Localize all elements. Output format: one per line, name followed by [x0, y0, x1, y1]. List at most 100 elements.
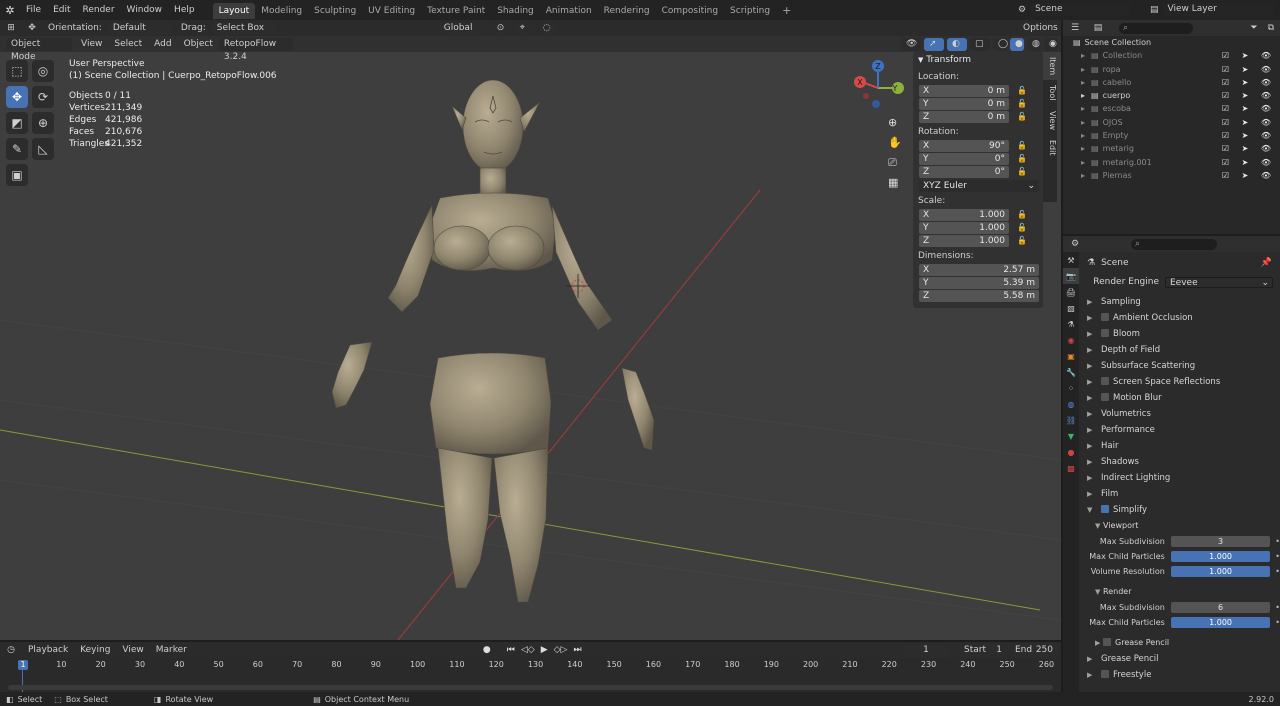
- transform-tool-icon[interactable]: ⊕: [32, 112, 54, 134]
- snap-icon[interactable]: ⌖: [514, 21, 535, 35]
- solid-shading-icon[interactable]: ●: [1010, 37, 1024, 51]
- simplify-checkbox[interactable]: [1101, 505, 1109, 513]
- visibility-toggles[interactable]: ☑ ➤ 👁: [1222, 129, 1276, 142]
- pan-hand-icon[interactable]: ✋: [888, 136, 902, 156]
- rotation-z-field[interactable]: Z 0°: [919, 166, 1009, 178]
- section-checkbox[interactable]: [1101, 393, 1109, 401]
- rotation-y-field[interactable]: Y 0°: [919, 153, 1009, 165]
- tab-rendering[interactable]: Rendering: [598, 3, 656, 19]
- tool-settings-tab-icon[interactable]: ⚒: [1063, 252, 1079, 268]
- material-shading-icon[interactable]: ◍: [1027, 37, 1041, 51]
- scale-z-field[interactable]: Z 1.000: [919, 235, 1009, 247]
- outliner-item[interactable]: ▸ ▤ ropa ☑ ➤ 👁: [1063, 63, 1280, 76]
- tab-scripting[interactable]: Scripting: [724, 3, 776, 19]
- render-section[interactable]: ▶ Depth of Field: [1079, 342, 1280, 358]
- render-tab-icon[interactable]: 📷: [1063, 268, 1079, 284]
- start-frame-field[interactable]: Start 1: [959, 643, 1007, 657]
- menu-render[interactable]: Render: [77, 0, 121, 20]
- expand-arrow-icon[interactable]: ▸: [1081, 49, 1085, 62]
- transform-orientation-dropdown[interactable]: Global: [438, 21, 489, 35]
- sidebar-tab-edit[interactable]: Edit: [1043, 135, 1057, 161]
- camera-icon[interactable]: ⎚: [888, 156, 902, 176]
- outliner-item[interactable]: ▸ ▤ cabello ☑ ➤ 👁: [1063, 76, 1280, 89]
- transform-panel-header[interactable]: ▼ Transform: [913, 52, 1043, 68]
- record-icon[interactable]: ●: [483, 645, 491, 655]
- modifier-tab-icon[interactable]: 🔧: [1063, 364, 1079, 380]
- lock-icon[interactable]: 🔓: [1017, 111, 1027, 123]
- blender-logo-icon[interactable]: ✲: [0, 4, 20, 17]
- filter-icon[interactable]: ⏷: [1250, 23, 1257, 33]
- render-section[interactable]: ▶ Sampling: [1079, 294, 1280, 310]
- lock-icon[interactable]: 🔓: [1017, 235, 1027, 247]
- outliner-item[interactable]: ▸ ▤ metarig ☑ ➤ 👁: [1063, 142, 1280, 155]
- current-frame-field[interactable]: 1: [902, 643, 950, 657]
- object-tab-icon[interactable]: ▣: [1063, 348, 1079, 364]
- scale-x-field[interactable]: X 1.000: [919, 209, 1009, 221]
- tab-animation[interactable]: Animation: [540, 3, 598, 19]
- lock-icon[interactable]: 🔓: [1017, 140, 1027, 152]
- render-section[interactable]: ▶ Indirect Lighting: [1079, 470, 1280, 486]
- object-mode-dropdown[interactable]: Object Mode: [6, 37, 72, 62]
- keyframe-dot-icon[interactable]: •: [1275, 603, 1280, 612]
- grease-pencil-simplify-checkbox[interactable]: [1103, 638, 1111, 646]
- jump-end-icon[interactable]: ⏭: [573, 645, 581, 655]
- menu-file[interactable]: File: [20, 0, 47, 20]
- play-icon[interactable]: ▶: [541, 645, 548, 655]
- pin-icon[interactable]: 📌: [1261, 258, 1272, 268]
- simplify-value-field[interactable]: 3: [1170, 536, 1271, 547]
- outliner-scene-collection[interactable]: ▤ Scene Collection: [1063, 36, 1280, 49]
- expand-arrow-icon[interactable]: ▸: [1081, 76, 1085, 89]
- visibility-toggles[interactable]: ☑ ➤ 👁: [1222, 116, 1276, 129]
- timeline-scrollbar[interactable]: [8, 685, 1053, 690]
- keying-menu[interactable]: Keying: [74, 642, 116, 658]
- outliner-editor-icon[interactable]: ☰: [1063, 23, 1087, 33]
- playback-menu[interactable]: Playback: [22, 642, 74, 658]
- dimensions-z-field[interactable]: Z 5.58 m: [919, 290, 1039, 302]
- timeline-view-menu[interactable]: View: [116, 642, 149, 658]
- render-section[interactable]: ▶ Ambient Occlusion: [1079, 310, 1280, 326]
- subsection-grease-pencil[interactable]: ▶ Grease Pencil: [1079, 635, 1280, 651]
- subsection-viewport[interactable]: ▼ Viewport: [1079, 518, 1280, 534]
- dimensions-x-field[interactable]: X 2.57 m: [919, 264, 1039, 276]
- new-collection-icon[interactable]: ⧉: [1268, 23, 1274, 33]
- timeline-area[interactable]: 1 10 20 30 40 50 60 70 80 90 100 110 120 130 140 150 16…: [0, 658, 1061, 692]
- expand-arrow-icon[interactable]: ▸: [1081, 169, 1085, 182]
- properties-editor-icon[interactable]: ⚙: [1063, 239, 1087, 249]
- keyframe-dot-icon[interactable]: •: [1275, 567, 1280, 576]
- texture-tab-icon[interactable]: ▩: [1063, 460, 1079, 476]
- jump-start-icon[interactable]: ⏮: [507, 645, 515, 655]
- outliner-search-input[interactable]: ⌕: [1119, 22, 1193, 34]
- scene-name-field[interactable]: Scene: [1030, 3, 1131, 16]
- render-section[interactable]: ▶ Hair: [1079, 438, 1280, 454]
- rotate-tool-icon[interactable]: ⟳: [32, 86, 54, 108]
- annotate-tool-icon[interactable]: ✎: [6, 138, 28, 160]
- scene-tab-icon[interactable]: ⚗: [1063, 316, 1079, 332]
- constraints-tab-icon[interactable]: ⛓: [1063, 412, 1079, 428]
- simplify-value-field[interactable]: 1.000: [1170, 617, 1271, 628]
- rotation-mode-dropdown[interactable]: XYZ Euler ⌄: [919, 180, 1039, 192]
- outliner-item[interactable]: ▸ ▤ metarig.001 ☑ ➤ 👁: [1063, 156, 1280, 169]
- prev-keyframe-icon[interactable]: ◁◇: [521, 645, 535, 655]
- add-menu[interactable]: Add: [148, 36, 177, 52]
- outliner-item[interactable]: ▸ ▤ Piernas ☑ ➤ 👁: [1063, 169, 1280, 182]
- drag-dropdown[interactable]: Select Box: [211, 21, 274, 35]
- outliner-item[interactable]: ▸ ▤ Empty ☑ ➤ 👁: [1063, 129, 1280, 142]
- orientation-dropdown[interactable]: Default: [107, 21, 172, 35]
- menu-edit[interactable]: Edit: [47, 0, 76, 20]
- expand-arrow-icon[interactable]: ▸: [1081, 89, 1085, 102]
- lock-icon[interactable]: 🔓: [1017, 153, 1027, 165]
- visibility-toggles[interactable]: ☑ ➤ 👁: [1222, 89, 1276, 102]
- grid-toggle-icon[interactable]: ▦: [888, 176, 902, 196]
- physics-tab-icon[interactable]: ◍: [1063, 396, 1079, 412]
- scale-tool-icon[interactable]: ◩: [6, 112, 28, 134]
- lock-icon[interactable]: 🔓: [1017, 222, 1027, 234]
- object-menu[interactable]: Object: [178, 36, 219, 52]
- next-keyframe-icon[interactable]: ◇▷: [554, 645, 568, 655]
- render-section[interactable]: ▶ Subsurface Scattering: [1079, 358, 1280, 374]
- dimensions-y-field[interactable]: Y 5.39 m: [919, 277, 1039, 289]
- render-engine-dropdown[interactable]: Eevee ⌄: [1165, 276, 1273, 288]
- render-section[interactable]: ▶ Volumetrics: [1079, 406, 1280, 422]
- retopoflow-addon-menu[interactable]: RetopoFlow 3.2.4: [218, 37, 293, 62]
- add-cube-tool-icon[interactable]: ▣: [6, 164, 28, 186]
- visibility-toggles[interactable]: ☑ ➤ 👁: [1222, 102, 1276, 115]
